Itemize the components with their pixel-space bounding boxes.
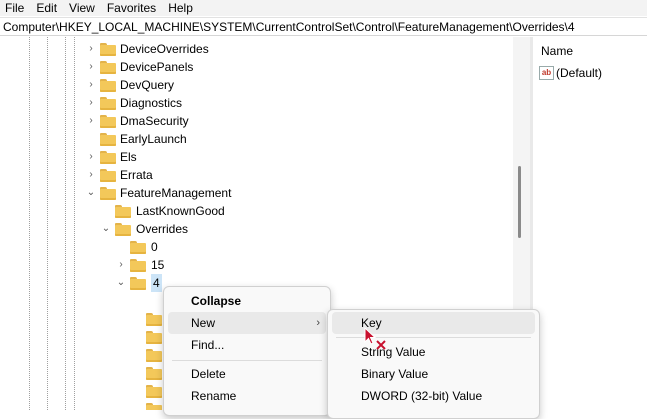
tree-item-label: FeatureManagement [120,186,232,200]
folder-icon [115,223,131,236]
chevron-right-icon[interactable]: › [86,166,96,184]
menu-item-key[interactable]: Key [332,312,535,334]
folder-icon [115,205,131,218]
folder-icon [100,115,116,128]
chevron-placeholder [86,130,96,148]
tree-guide-line [65,37,66,410]
chevron-right-icon[interactable]: › [86,58,96,76]
chevron-right-icon[interactable]: › [86,40,96,58]
menu-separator [172,360,322,361]
folder-icon [100,169,116,182]
chevron-right-icon[interactable]: › [86,94,96,112]
tree-item-label: DevicePanels [120,60,194,74]
chevron-right-icon[interactable]: › [86,76,96,94]
menu-favorites[interactable]: Favorites [102,0,163,16]
tree-item-label: DeviceOverrides [120,42,209,56]
folder-icon [100,97,116,110]
menu-item-new[interactable]: New › [168,312,326,334]
menu-item-rename[interactable]: Rename [168,385,326,407]
folder-icon [130,277,146,290]
tree-item-label: 4 [151,274,162,292]
chevron-right-icon[interactable]: › [86,112,96,130]
menu-item-delete[interactable]: Delete [168,363,326,385]
column-header-name[interactable]: Name [541,44,573,58]
menu-view[interactable]: View [64,0,102,16]
address-bar[interactable]: Computer\HKEY_LOCAL_MACHINE\SYSTEM\Curre… [0,17,647,36]
folder-icon [130,259,146,272]
menu-help[interactable]: Help [163,0,200,16]
tree-item-label: Overrides [136,222,189,236]
tree-item-label: DevQuery [120,78,175,92]
mouse-cursor-icon [364,327,386,350]
value-default[interactable]: (Default) [556,66,602,80]
menu-file[interactable]: File [0,0,31,16]
folder-icon [100,151,116,164]
tree-item-label: Diagnostics [120,96,183,110]
menu-item-string-value[interactable]: String Value [332,341,535,363]
string-value-icon: ab [539,66,554,80]
menu-item-new-label: New [191,316,216,330]
folder-icon [146,349,162,362]
folder-icon [100,133,116,146]
menu-bar: File Edit View Favorites Help [0,0,647,16]
chevron-right-icon[interactable]: › [86,148,96,166]
menu-item-dword-value[interactable]: DWORD (32-bit) Value [332,385,535,407]
chevron-down-icon[interactable]: ⌄ [86,184,96,202]
folder-icon [146,403,162,410]
scrollbar-thumb[interactable] [518,166,521,238]
menu-item-find[interactable]: Find... [168,334,326,356]
values-pane[interactable]: Name ab (Default) [533,37,647,410]
tree-guide-line [74,37,75,410]
folder-icon [146,367,162,380]
chevron-placeholder [116,238,126,256]
menu-edit[interactable]: Edit [31,0,64,16]
menu-item-binary-value[interactable]: Binary Value [332,363,535,385]
folder-icon [100,79,116,92]
folder-icon [146,313,162,326]
menu-item-collapse[interactable]: Collapse [168,290,326,312]
new-submenu: Key String Value Binary Value DWORD (32-… [327,309,540,419]
folder-icon [146,331,162,344]
folder-icon [146,385,162,398]
chevron-right-icon: › [316,317,320,329]
tree-item-label: LastKnownGood [136,204,225,218]
tree-item-label: EarlyLaunch [120,132,187,146]
folder-icon [130,241,146,254]
chevron-right-icon[interactable]: › [116,256,126,274]
tree-guide-line [47,37,48,410]
context-menu: Collapse New › Find... Delete Rename [163,286,331,416]
folder-icon [100,61,116,74]
chevron-down-icon[interactable]: ⌄ [101,220,111,238]
tree-item-label: Els [120,150,137,164]
chevron-placeholder [101,202,111,220]
tree-item-label: 15 [151,258,165,272]
tree-item-label: Errata [120,168,153,182]
folder-icon [100,187,116,200]
tree-guide-line [29,37,30,410]
tree-item-label: 0 [151,240,158,254]
tree-item-label: DmaSecurity [120,114,189,128]
address-path[interactable]: Computer\HKEY_LOCAL_MACHINE\SYSTEM\Curre… [3,20,575,34]
chevron-down-icon[interactable]: ⌄ [116,274,126,292]
folder-icon [100,43,116,56]
